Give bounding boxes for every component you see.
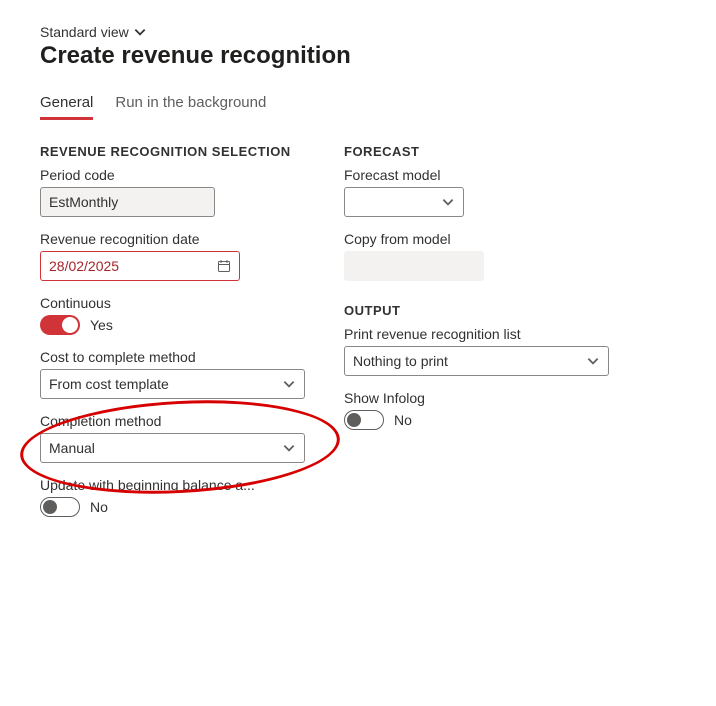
continuous-state: Yes bbox=[90, 317, 113, 333]
tabs: General Run in the background bbox=[40, 88, 676, 120]
revenue-recognition-date-input[interactable]: 28/02/2025 bbox=[40, 251, 240, 281]
continuous-toggle[interactable] bbox=[40, 315, 80, 335]
print-revenue-recognition-list-select[interactable]: Nothing to print bbox=[344, 346, 609, 376]
left-column: REVENUE RECOGNITION SELECTION Period cod… bbox=[40, 140, 320, 531]
period-code-label: Period code bbox=[40, 167, 320, 183]
forecast-model-label: Forecast model bbox=[344, 167, 624, 183]
view-switch-label: Standard view bbox=[40, 24, 129, 40]
period-code-input[interactable]: EstMonthly bbox=[40, 187, 215, 217]
show-infolog-toggle[interactable] bbox=[344, 410, 384, 430]
view-switch[interactable]: Standard view bbox=[40, 24, 676, 40]
period-code-value: EstMonthly bbox=[49, 194, 118, 210]
section-output: OUTPUT bbox=[344, 303, 624, 318]
chevron-down-icon bbox=[282, 377, 296, 391]
show-infolog-state: No bbox=[394, 412, 412, 428]
copy-from-model-input bbox=[344, 251, 484, 281]
print-revenue-recognition-list-value: Nothing to print bbox=[353, 353, 448, 369]
cost-to-complete-method-select[interactable]: From cost template bbox=[40, 369, 305, 399]
section-revenue-recognition-selection: REVENUE RECOGNITION SELECTION bbox=[40, 144, 320, 159]
revenue-recognition-date-label: Revenue recognition date bbox=[40, 231, 320, 247]
chevron-down-icon bbox=[586, 354, 600, 368]
update-beginning-balance-state: No bbox=[90, 499, 108, 515]
cost-to-complete-method-label: Cost to complete method bbox=[40, 349, 320, 365]
continuous-label: Continuous bbox=[40, 295, 320, 311]
chevron-down-icon bbox=[282, 441, 296, 455]
revenue-recognition-date-value: 28/02/2025 bbox=[49, 258, 119, 274]
completion-method-label: Completion method bbox=[40, 413, 320, 429]
completion-method-value: Manual bbox=[49, 440, 95, 456]
forecast-model-select[interactable] bbox=[344, 187, 464, 217]
tab-general[interactable]: General bbox=[40, 88, 93, 119]
chevron-down-icon bbox=[133, 25, 147, 39]
show-infolog-label: Show Infolog bbox=[344, 390, 624, 406]
update-beginning-balance-toggle[interactable] bbox=[40, 497, 80, 517]
completion-method-select[interactable]: Manual bbox=[40, 433, 305, 463]
chevron-down-icon bbox=[441, 195, 455, 209]
page-title: Create revenue recognition bbox=[40, 42, 676, 70]
section-forecast: FORECAST bbox=[344, 144, 624, 159]
calendar-icon bbox=[217, 259, 231, 273]
copy-from-model-label: Copy from model bbox=[344, 231, 624, 247]
cost-to-complete-method-value: From cost template bbox=[49, 376, 169, 392]
right-column: FORECAST Forecast model Copy from model … bbox=[344, 140, 624, 531]
update-beginning-balance-label: Update with beginning balance a... bbox=[40, 477, 305, 493]
tab-run-background[interactable]: Run in the background bbox=[115, 88, 266, 119]
print-revenue-recognition-list-label: Print revenue recognition list bbox=[344, 326, 624, 342]
